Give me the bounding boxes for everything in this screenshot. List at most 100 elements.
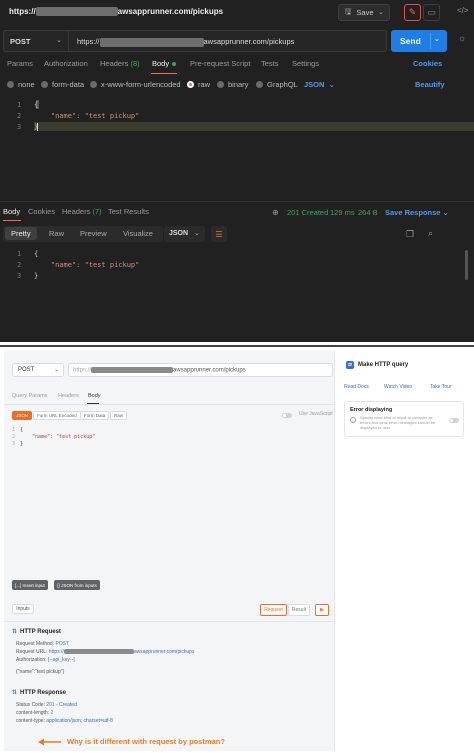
content-type-value: application/json; charset=utf-8 bbox=[46, 718, 113, 724]
radio-icon bbox=[41, 81, 48, 88]
tab-settings[interactable]: Settings bbox=[292, 59, 319, 68]
line-number: 3 bbox=[17, 272, 22, 280]
tab-headers-label: Headers bbox=[100, 59, 129, 68]
request-url-prefix: https:// bbox=[48, 649, 64, 655]
body-type-options: none form-data x-www-form-urlencoded raw… bbox=[0, 80, 470, 92]
divider bbox=[68, 31, 69, 51]
radio-none[interactable]: none bbox=[7, 80, 35, 89]
insert-input-button[interactable]: [...] Insert input bbox=[12, 580, 48, 590]
request-title-suffix: awsapprunner.com/pickups bbox=[117, 7, 224, 16]
tab-headers[interactable]: Headers bbox=[58, 393, 79, 399]
copy-icon[interactable]: ❐ bbox=[406, 229, 414, 240]
http-response-title: ⇅ HTTP Response bbox=[12, 689, 66, 696]
scrollbar[interactable] bbox=[465, 250, 468, 280]
lightbulb-icon[interactable]: ☼ bbox=[458, 33, 466, 43]
watch-video-link[interactable]: Watch Video bbox=[384, 384, 412, 390]
body-editor[interactable]: 1 2 3 { "name": "test pickup" } bbox=[12, 427, 332, 457]
url-input[interactable]: https:// awsapprunner.com/pickups bbox=[68, 363, 333, 377]
side-panel-links: Read Docs Watch Video Take Tour bbox=[344, 384, 470, 392]
tab-authorization[interactable]: Authorization bbox=[44, 59, 88, 68]
tab-pretty[interactable]: Pretty bbox=[5, 227, 37, 240]
tab-body[interactable]: Body bbox=[88, 393, 101, 399]
radio-binary[interactable]: binary bbox=[217, 80, 248, 89]
play-icon: ▶ bbox=[320, 607, 324, 613]
chip-raw[interactable]: Raw bbox=[110, 411, 128, 420]
take-tour-link[interactable]: Take Tour bbox=[430, 384, 452, 390]
chip-form-data[interactable]: Form Data bbox=[80, 411, 110, 420]
tab-response-cookies[interactable]: Cookies bbox=[28, 207, 55, 216]
save-button[interactable]: 🖫 Save ⌄ bbox=[338, 4, 390, 21]
method-select[interactable]: POST bbox=[10, 37, 30, 46]
radio-raw-label: raw bbox=[198, 80, 211, 89]
use-javascript-label: Use JavaScript bbox=[299, 411, 333, 417]
result-button[interactable]: Result bbox=[288, 604, 310, 616]
radio-icon bbox=[217, 81, 224, 88]
chip-json[interactable]: JSON bbox=[12, 411, 33, 420]
response-body-viewer[interactable]: 1 2 3 { "name": "test pickup" } bbox=[0, 250, 474, 330]
content-length-row: content-length: 2 bbox=[16, 710, 53, 716]
tab-response-headers[interactable]: Headers (7) bbox=[62, 207, 102, 216]
wrap-icon: ☰ bbox=[215, 229, 223, 239]
content-length-value: 2 bbox=[50, 710, 54, 716]
redacted-host bbox=[63, 649, 134, 655]
save-label: Save bbox=[356, 8, 374, 17]
chevron-down-icon: ⌄ bbox=[53, 367, 59, 373]
code-snippet-icon[interactable]: </> bbox=[457, 6, 469, 15]
use-javascript-toggle[interactable] bbox=[282, 413, 292, 418]
request-body-editor[interactable]: 1 2 3 { "name": "test pickup" } bbox=[0, 98, 474, 200]
tab-headers[interactable]: Headers (8) bbox=[100, 59, 140, 68]
url-input[interactable]: https:// awsapprunner.com/pickups bbox=[77, 37, 294, 47]
tab-prerequest-script[interactable]: Pre-request Script bbox=[190, 59, 250, 68]
tab-body[interactable]: Body bbox=[152, 59, 177, 68]
redacted-host bbox=[99, 37, 204, 47]
request-method-value: POST bbox=[55, 641, 70, 647]
tab-raw[interactable]: Raw bbox=[49, 229, 64, 238]
json-from-inputs-button[interactable]: {} JSON from inputs bbox=[54, 580, 100, 590]
chevron-down-icon[interactable]: ⌄ bbox=[56, 36, 62, 44]
tab-query-params[interactable]: Query Params bbox=[12, 393, 47, 399]
search-icon[interactable]: ⌕ bbox=[428, 228, 433, 239]
save-response-button[interactable]: Save Response ⌄ bbox=[385, 208, 449, 217]
error-displaying-toggle[interactable] bbox=[449, 418, 459, 423]
request-method-row: Request Method: POST bbox=[16, 641, 69, 647]
response-size[interactable]: 264 B bbox=[358, 208, 378, 217]
chevron-down-icon[interactable]: ⌄ bbox=[434, 35, 440, 43]
tab-test-results[interactable]: Test Results bbox=[108, 207, 149, 216]
request-tabs: Params Authorization Headers (8) Body Pr… bbox=[0, 59, 450, 73]
tab-params[interactable]: Params bbox=[7, 59, 33, 68]
read-docs-link[interactable]: Read Docs bbox=[344, 384, 369, 390]
comments-button[interactable]: ▭ bbox=[423, 4, 440, 21]
pane-divider[interactable] bbox=[0, 201, 474, 202]
tab-preview[interactable]: Preview bbox=[80, 229, 107, 238]
tab-response-body[interactable]: Body bbox=[3, 207, 20, 216]
radio-icon bbox=[7, 81, 14, 88]
divider bbox=[430, 33, 431, 49]
http-query-icon: ⇄ bbox=[346, 361, 354, 369]
radio-graphql[interactable]: GraphQL bbox=[256, 80, 298, 89]
tab-visualize[interactable]: Visualize bbox=[123, 229, 153, 238]
send-label: Send bbox=[400, 36, 421, 46]
request-button[interactable]: Request bbox=[260, 604, 287, 616]
status-code[interactable]: 201 Created bbox=[287, 208, 328, 217]
divider bbox=[4, 404, 335, 405]
inputs-button[interactable]: Inputs bbox=[12, 604, 34, 614]
json-format-select[interactable]: JSON ⌄ bbox=[304, 80, 335, 89]
code-line: } bbox=[20, 441, 24, 447]
chip-form-url-encoded[interactable]: Form URL Encoded bbox=[33, 411, 81, 420]
response-format-select[interactable]: JSON ⌄ bbox=[164, 226, 205, 242]
globe-icon[interactable]: ⊕ bbox=[272, 208, 279, 217]
content-length-label: content-length: bbox=[16, 710, 50, 716]
radio-urlencoded[interactable]: x-www-form-urlencoded bbox=[90, 80, 181, 89]
beautify-link[interactable]: Beautify bbox=[415, 80, 445, 89]
radio-raw[interactable]: raw bbox=[187, 80, 210, 89]
radio-selected-icon bbox=[187, 81, 194, 88]
method-select[interactable]: POST ⌄ bbox=[12, 363, 64, 377]
wrap-lines-button[interactable]: ☰ bbox=[211, 226, 227, 242]
response-time[interactable]: 129 ms bbox=[330, 208, 355, 217]
run-button[interactable]: ▶ bbox=[315, 604, 329, 616]
edit-button[interactable]: ✎ bbox=[404, 4, 421, 21]
cookies-link[interactable]: Cookies bbox=[413, 59, 442, 68]
tab-tests[interactable]: Tests bbox=[261, 59, 279, 68]
send-button[interactable]: Send ⌄ bbox=[391, 30, 447, 52]
radio-form-data[interactable]: form-data bbox=[41, 80, 84, 89]
